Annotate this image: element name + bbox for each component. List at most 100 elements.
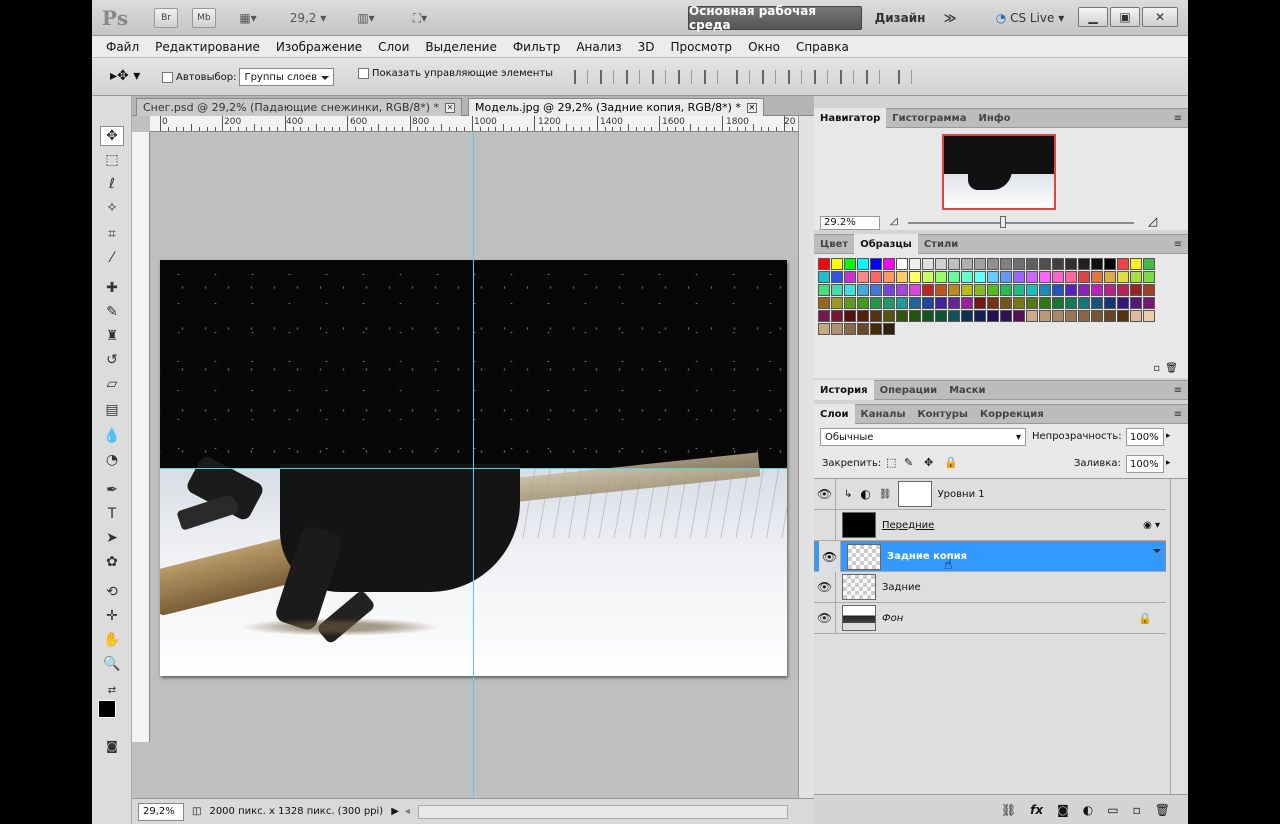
color-swatch[interactable] xyxy=(857,323,869,335)
color-swatch[interactable] xyxy=(909,284,921,296)
fill-slider-arrow-icon[interactable]: ▸ xyxy=(1166,458,1171,468)
tab-layers[interactable]: Слои xyxy=(814,404,855,424)
color-swatch[interactable] xyxy=(1013,284,1025,296)
color-swatch[interactable] xyxy=(1117,284,1129,296)
navigator-zoom-slider[interactable] xyxy=(908,222,1134,224)
color-swatch[interactable] xyxy=(1130,310,1142,322)
color-swatch[interactable] xyxy=(987,297,999,309)
workspace-design-button[interactable]: Дизайн xyxy=(872,6,928,30)
color-swatch[interactable] xyxy=(831,284,843,296)
history-brush-icon[interactable]: ↺ xyxy=(100,350,124,370)
color-swatch[interactable] xyxy=(870,258,882,270)
eyedropper-tool-icon[interactable]: ⁄ xyxy=(100,248,124,268)
opacity-field[interactable]: 100% xyxy=(1126,428,1164,446)
add-mask-icon[interactable]: ◙ xyxy=(1057,803,1069,817)
color-swatch[interactable] xyxy=(1000,284,1012,296)
clone-stamp-icon[interactable]: ♜ xyxy=(100,326,124,346)
color-swatch[interactable] xyxy=(896,297,908,309)
color-swatch[interactable] xyxy=(987,310,999,322)
align-vcenter-icon[interactable] xyxy=(600,70,614,84)
layer-row-back[interactable]: 👁 Задние xyxy=(814,571,1166,603)
color-swatch[interactable] xyxy=(1091,310,1103,322)
color-swatch[interactable] xyxy=(948,310,960,322)
color-swatch[interactable] xyxy=(1065,310,1077,322)
color-swatch[interactable] xyxy=(870,271,882,283)
color-swatch[interactable] xyxy=(948,297,960,309)
crop-tool-icon[interactable]: ⌗ xyxy=(100,224,124,244)
color-swatch[interactable] xyxy=(1039,297,1051,309)
color-swatch[interactable] xyxy=(883,258,895,270)
color-swatch[interactable] xyxy=(935,258,947,270)
screen-mode-icon[interactable]: ⛶▾ xyxy=(400,6,440,30)
color-swatch[interactable] xyxy=(1000,310,1012,322)
tab-color[interactable]: Цвет xyxy=(814,234,854,254)
swap-colors-icon[interactable]: ⇄ xyxy=(100,680,124,700)
color-swatch[interactable] xyxy=(1078,258,1090,270)
color-swatch[interactable] xyxy=(935,271,947,283)
color-swatch[interactable] xyxy=(1039,258,1051,270)
color-swatch[interactable] xyxy=(974,271,986,283)
visibility-eye-icon[interactable]: 👁 xyxy=(814,571,836,603)
color-swatch[interactable] xyxy=(909,258,921,270)
healing-brush-icon[interactable]: ✚ xyxy=(100,278,124,298)
minibridge-button[interactable]: Mb xyxy=(192,8,216,28)
link-layers-icon[interactable]: ⛓ xyxy=(1001,803,1016,817)
view-extras-icon[interactable]: ▦▾ xyxy=(230,6,266,30)
document-horizontal-scrollbar[interactable] xyxy=(417,804,788,819)
color-swatch[interactable] xyxy=(831,271,843,283)
3d-orbit-icon[interactable]: ✛ xyxy=(100,606,124,626)
color-swatch[interactable] xyxy=(844,310,856,322)
tab-adjustments[interactable]: Коррекция xyxy=(974,404,1050,424)
document-vertical-scrollbar[interactable] xyxy=(798,116,814,798)
color-swatch[interactable] xyxy=(844,297,856,309)
navigator-zoom-field[interactable]: 29.2% xyxy=(820,216,880,230)
hand-tool-icon[interactable]: ✋ xyxy=(100,630,124,650)
new-group-icon[interactable]: ▭ xyxy=(1107,803,1118,817)
color-swatch[interactable] xyxy=(831,310,843,322)
color-swatch[interactable] xyxy=(922,284,934,296)
color-swatch[interactable] xyxy=(948,284,960,296)
menu-view[interactable]: Просмотр xyxy=(662,40,740,54)
autoselect-checkbox[interactable] xyxy=(162,71,173,83)
color-swatch[interactable] xyxy=(961,258,973,270)
color-swatch[interactable] xyxy=(1000,258,1012,270)
color-swatch[interactable] xyxy=(844,323,856,335)
color-swatch[interactable] xyxy=(857,297,869,309)
color-swatch[interactable] xyxy=(974,284,986,296)
visibility-hidden-icon[interactable] xyxy=(814,509,836,541)
horizontal-guide[interactable] xyxy=(160,468,787,469)
dodge-tool-icon[interactable]: ◔ xyxy=(100,450,124,470)
navigator-thumbnail[interactable] xyxy=(942,134,1056,210)
quick-mask-icon[interactable]: ◙ xyxy=(100,736,124,756)
menu-3d[interactable]: 3D xyxy=(630,40,663,54)
layer-effects-icon[interactable]: ◉ ▾ xyxy=(1143,520,1160,531)
color-swatch[interactable] xyxy=(870,284,882,296)
distribute-bottom-icon[interactable] xyxy=(788,70,802,84)
color-swatch[interactable] xyxy=(909,297,921,309)
color-swatch[interactable] xyxy=(922,310,934,322)
type-tool-icon[interactable]: T xyxy=(100,504,124,524)
color-swatch[interactable] xyxy=(1091,258,1103,270)
color-swatch[interactable] xyxy=(935,297,947,309)
color-swatch[interactable] xyxy=(922,271,934,283)
pen-tool-icon[interactable]: ✒ xyxy=(100,480,124,500)
bridge-button[interactable]: Br xyxy=(154,8,178,28)
lock-pixels-icon[interactable]: ✎ xyxy=(904,456,913,469)
layer-row-background[interactable]: 👁 Фон 🔒 xyxy=(814,602,1166,634)
layer-row-front[interactable]: Передние ◉ ▾ xyxy=(814,509,1166,541)
color-swatch[interactable] xyxy=(1052,297,1064,309)
color-swatch[interactable] xyxy=(987,258,999,270)
layer-row-back-copy[interactable]: 👁 Задние копия xyxy=(814,541,1166,572)
color-swatch[interactable] xyxy=(1104,310,1116,322)
color-swatch[interactable] xyxy=(844,284,856,296)
color-swatch[interactable] xyxy=(1091,271,1103,283)
color-swatch[interactable] xyxy=(974,297,986,309)
blur-tool-icon[interactable]: 💧 xyxy=(100,426,124,446)
color-swatch[interactable] xyxy=(1026,297,1038,309)
custom-shape-icon[interactable]: ✿ xyxy=(100,552,124,572)
color-swatch[interactable] xyxy=(1000,271,1012,283)
color-swatch[interactable] xyxy=(1013,310,1025,322)
color-swatch[interactable] xyxy=(1130,258,1142,270)
color-swatch[interactable] xyxy=(883,310,895,322)
lock-all-icon[interactable]: 🔒 xyxy=(944,456,958,469)
